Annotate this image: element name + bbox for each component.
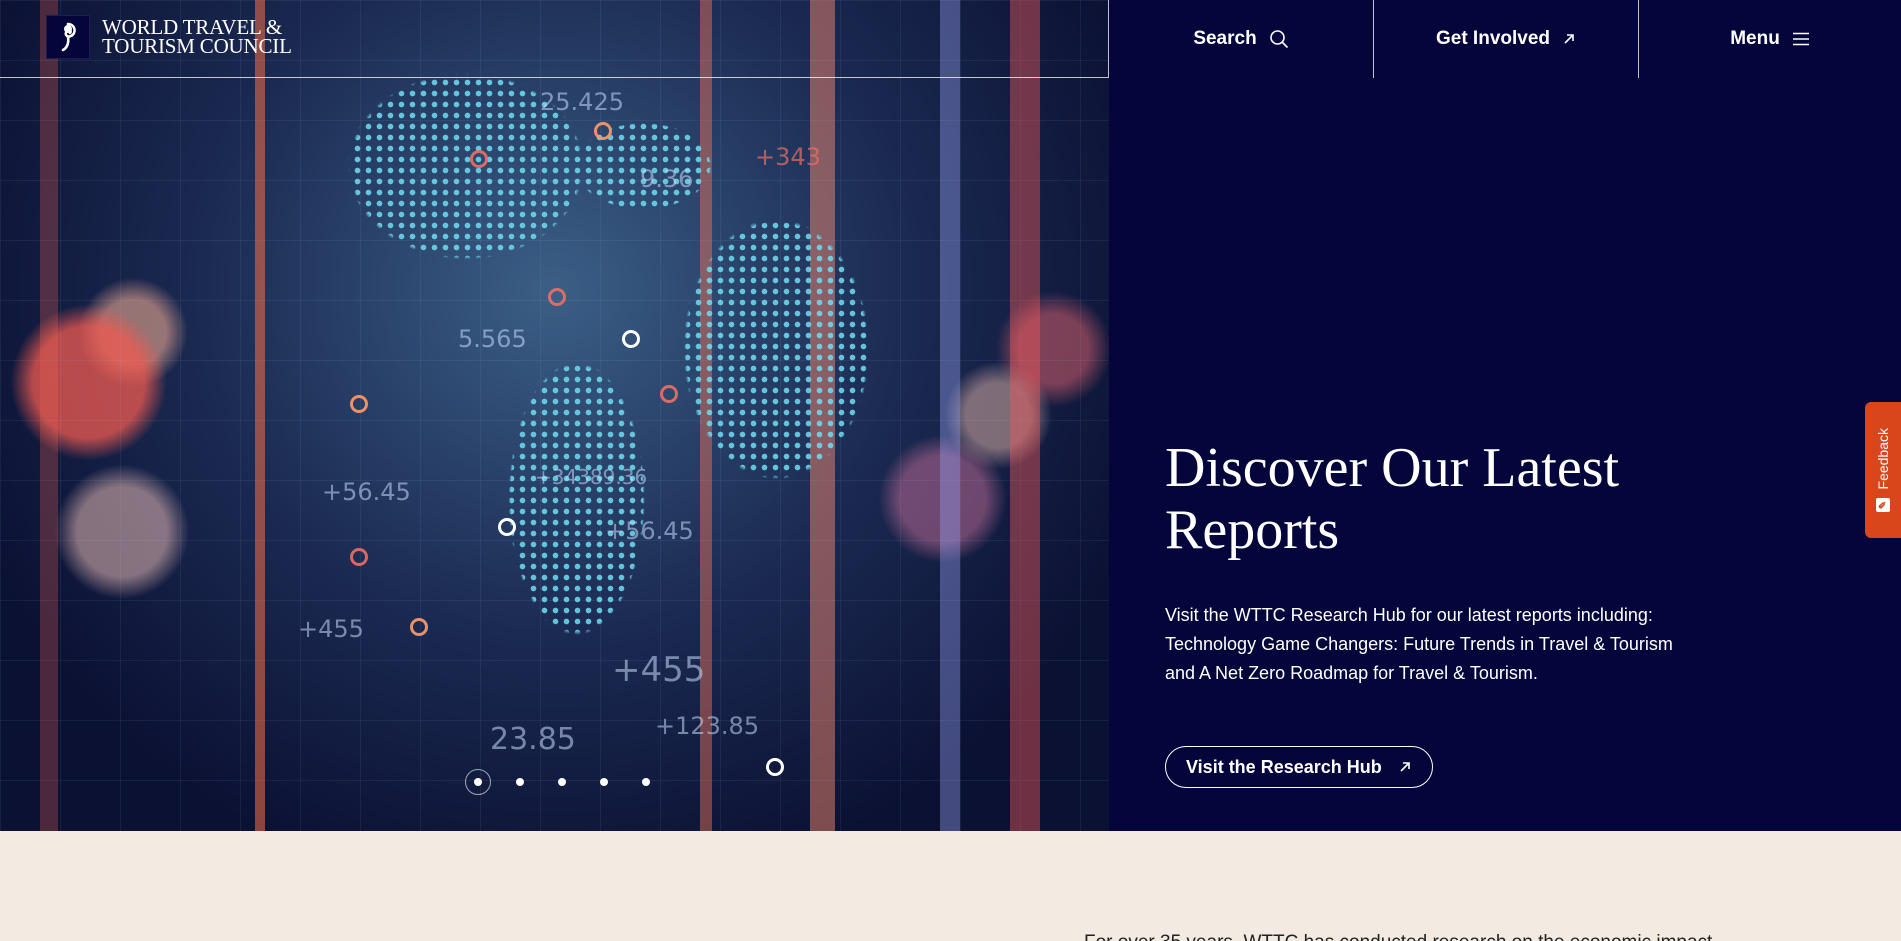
hero-image-dot-world-map bbox=[0, 0, 1109, 831]
image-number: +455 bbox=[298, 615, 364, 643]
intro-text: For over 35 years, WTTC has conducted re… bbox=[1084, 932, 1712, 941]
hero-title: Discover Our Latest Reports bbox=[1165, 437, 1705, 561]
carousel-dot-3[interactable] bbox=[558, 778, 566, 786]
visit-research-hub-button[interactable]: Visit the Research Hub bbox=[1165, 746, 1433, 788]
image-ring-marker bbox=[660, 385, 678, 403]
image-ring-marker bbox=[350, 548, 368, 566]
hero-content: Discover Our Latest Reports Visit the WT… bbox=[1165, 437, 1705, 788]
image-ring-marker bbox=[766, 758, 784, 776]
image-number: 5.565 bbox=[458, 325, 527, 353]
top-nav: Search Get Involved Menu bbox=[1108, 0, 1901, 78]
image-number: 23.85 bbox=[490, 722, 576, 757]
image-number: +123.85 bbox=[655, 712, 759, 740]
carousel-dot-5[interactable] bbox=[642, 778, 650, 786]
feedback-label: Feedback bbox=[1875, 428, 1891, 489]
image-number: 9.36 bbox=[640, 165, 693, 193]
image-number: +56.45 bbox=[322, 478, 411, 506]
get-involved-label: Get Involved bbox=[1436, 28, 1550, 50]
feedback-tab[interactable]: Feedback ✎ bbox=[1865, 402, 1901, 538]
wttc-logo[interactable]: WORLD TRAVEL & TOURISM COUNCIL bbox=[46, 15, 292, 59]
arrow-up-right-icon bbox=[1562, 32, 1576, 46]
image-ring-marker bbox=[350, 395, 368, 413]
carousel-dots bbox=[474, 778, 650, 786]
arrow-up-right-icon bbox=[1398, 760, 1412, 774]
image-number: +34389.36 bbox=[535, 465, 647, 489]
wordmark-line-2: TOURISM COUNCIL bbox=[102, 37, 292, 56]
wttc-wordmark: WORLD TRAVEL & TOURISM COUNCIL bbox=[102, 18, 292, 56]
get-involved-button[interactable]: Get Involved bbox=[1373, 0, 1638, 78]
search-label: Search bbox=[1193, 28, 1256, 50]
feedback-icon: ✎ bbox=[1876, 498, 1890, 512]
menu-button[interactable]: Menu bbox=[1638, 0, 1901, 78]
image-ring-marker bbox=[548, 288, 566, 306]
image-number: 25.425 bbox=[540, 88, 624, 116]
image-number: +343 bbox=[755, 143, 821, 171]
image-number: +56.45 bbox=[605, 517, 694, 545]
carousel-dot-2[interactable] bbox=[516, 778, 524, 786]
hero-description: Visit the WTTC Research Hub for our late… bbox=[1165, 601, 1705, 688]
site-header: WORLD TRAVEL & TOURISM COUNCIL Search Ge… bbox=[0, 0, 1901, 78]
image-ring-marker bbox=[498, 518, 516, 536]
wttc-swirl-logo-icon bbox=[46, 15, 90, 59]
hero-section: 25.425 +343 9.36 5.565 +34389.36 +56.45 … bbox=[0, 0, 1901, 831]
menu-label: Menu bbox=[1730, 28, 1780, 50]
search-button[interactable]: Search bbox=[1108, 0, 1373, 78]
image-ring-marker bbox=[470, 150, 488, 168]
search-icon bbox=[1269, 29, 1289, 49]
hamburger-icon bbox=[1792, 32, 1810, 46]
carousel-dot-4[interactable] bbox=[600, 778, 608, 786]
image-ring-marker bbox=[622, 330, 640, 348]
cta-label: Visit the Research Hub bbox=[1186, 757, 1382, 778]
image-ring-marker bbox=[410, 618, 428, 636]
hero-image-world-data-map: 25.425 +343 9.36 5.565 +34389.36 +56.45 … bbox=[0, 0, 1109, 831]
image-number: +455 bbox=[612, 650, 705, 690]
carousel-dot-1[interactable] bbox=[474, 778, 482, 786]
image-ring-marker bbox=[594, 122, 612, 140]
